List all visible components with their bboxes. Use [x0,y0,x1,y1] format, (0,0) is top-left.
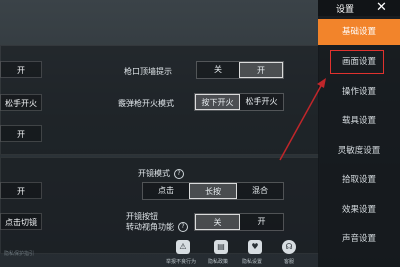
customer-service-icon[interactable]: ☊ [282,240,296,254]
privacy-policy-icon[interactable]: ▤ [214,240,228,254]
customer-service-label: 客服 [284,259,295,265]
privacy-settings-icon[interactable]: ♥ [248,240,262,254]
annotation-arrow [279,78,326,161]
report-label: 举报不良行为 [166,259,197,265]
privacy-guide-hint: 隐私保护指引 [4,251,35,257]
report-icon[interactable]: ⚠ [176,240,190,254]
privacy-policy-label: 隐私政策 [208,259,229,265]
privacy-settings-label: 隐私设置 [242,259,263,265]
